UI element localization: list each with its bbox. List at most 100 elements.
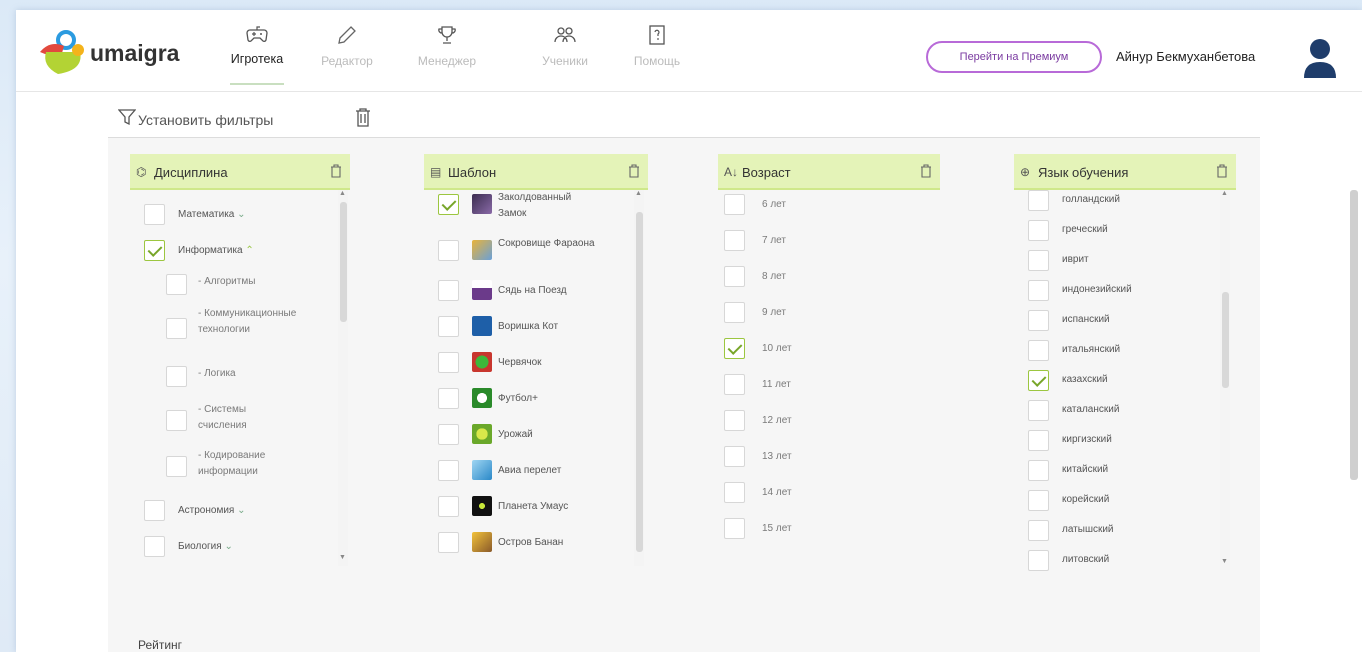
checkbox[interactable]: [438, 280, 459, 301]
checkbox[interactable]: [724, 482, 745, 503]
discipline-list: Математика ⌄ Информатика ⌃ - Алгоритмы -…: [130, 190, 350, 570]
chevron-down-icon[interactable]: ⌄: [224, 541, 232, 552]
template-filter: ▤ Шаблон Заколдованный Замок Сокровище Ф…: [424, 154, 648, 574]
checkbox[interactable]: [1028, 550, 1049, 571]
football-thumb-icon: [472, 388, 492, 408]
trash-icon[interactable]: [330, 164, 342, 178]
item-label: литовский: [1062, 554, 1110, 565]
set-filters-label[interactable]: Установить фильтры: [138, 112, 273, 128]
item-label: Математика: [178, 209, 235, 220]
chevron-up-icon[interactable]: ⌃: [245, 245, 253, 256]
age-header: A↓ Возраст: [718, 154, 940, 190]
template-list: Заколдованный Замок Сокровище Фараона Ся…: [424, 190, 648, 570]
checkbox[interactable]: [1028, 280, 1049, 301]
checkbox[interactable]: [1028, 400, 1049, 421]
discipline-title: Дисциплина: [154, 165, 228, 180]
page-scrollbar[interactable]: [1350, 190, 1358, 480]
checkbox[interactable]: [1028, 220, 1049, 241]
checkbox[interactable]: [724, 266, 745, 287]
funnel-icon[interactable]: [118, 108, 136, 126]
checkbox[interactable]: [438, 194, 459, 215]
item-label: - Логика: [198, 368, 236, 379]
checkbox[interactable]: [724, 338, 745, 359]
checkbox[interactable]: [144, 240, 165, 261]
language-filter: ⊕ Язык обучения голландский греческий ив…: [1014, 154, 1236, 574]
checkbox[interactable]: [724, 446, 745, 467]
scrollbar[interactable]: ▲ ▼: [338, 190, 348, 566]
checkbox[interactable]: [1028, 460, 1049, 481]
checkbox[interactable]: [438, 316, 459, 337]
globe-icon: ⊕: [1020, 165, 1031, 179]
checkbox[interactable]: [438, 424, 459, 445]
trash-icon[interactable]: [628, 164, 640, 178]
trash-icon[interactable]: [354, 106, 372, 128]
item-label: Сокровище Фараона: [498, 238, 595, 249]
item-label: Сядь на Поезд: [498, 285, 567, 296]
checkbox[interactable]: [1028, 310, 1049, 331]
checkbox[interactable]: [438, 352, 459, 373]
checkbox[interactable]: [144, 536, 165, 557]
nav-item-library[interactable]: Игротека: [212, 24, 302, 85]
nav-item-editor[interactable]: Редактор: [302, 24, 392, 84]
item-label: 13 лет: [762, 451, 792, 462]
scroll-thumb[interactable]: [636, 212, 643, 552]
item-label: 15 лет: [762, 523, 792, 534]
nav-item-students[interactable]: Ученики: [520, 24, 610, 84]
checkbox[interactable]: [724, 302, 745, 323]
checkbox[interactable]: [438, 388, 459, 409]
discipline-icon: ⌬: [136, 165, 147, 179]
user-name[interactable]: Айнур Бекмуханбетова: [1116, 49, 1255, 64]
checkbox[interactable]: [438, 532, 459, 553]
item-label: Остров Банан: [498, 537, 564, 548]
filter-panel: Установить фильтры ⌬ Дисциплина Математи…: [108, 92, 1260, 652]
checkbox[interactable]: [724, 410, 745, 431]
nav-item-manager[interactable]: Менеджер: [402, 24, 492, 84]
scroll-up-icon[interactable]: ▲: [1221, 190, 1228, 197]
checkbox[interactable]: [724, 230, 745, 251]
trash-icon[interactable]: [920, 164, 932, 178]
checkbox[interactable]: [144, 204, 165, 225]
checkbox[interactable]: [724, 518, 745, 539]
checkbox[interactable]: [724, 194, 745, 215]
scroll-up-icon[interactable]: ▲: [339, 190, 346, 197]
checkbox[interactable]: [1028, 370, 1049, 391]
checkbox[interactable]: [438, 240, 459, 261]
scroll-down-icon[interactable]: ▼: [1221, 558, 1228, 565]
checkbox[interactable]: [166, 410, 187, 431]
checkbox[interactable]: [438, 496, 459, 517]
item-label: иврит: [1062, 254, 1089, 265]
checkbox[interactable]: [166, 366, 187, 387]
scrollbar[interactable]: ▲ ▼: [1220, 190, 1230, 570]
checkbox[interactable]: [724, 374, 745, 395]
item-label: киргизский: [1062, 434, 1112, 445]
age-list: 6 лет 7 лет 8 лет 9 лет 10 лет 11 лет 12…: [718, 190, 940, 570]
trash-icon[interactable]: [1216, 164, 1228, 178]
checkbox[interactable]: [1028, 250, 1049, 271]
discipline-filter: ⌬ Дисциплина Математика ⌄ Информатика ⌃ …: [130, 154, 350, 574]
scroll-down-icon[interactable]: ▼: [339, 554, 346, 561]
checkbox[interactable]: [166, 318, 187, 339]
checkbox[interactable]: [166, 274, 187, 295]
avatar-icon[interactable]: [1302, 36, 1338, 78]
checkbox[interactable]: [144, 500, 165, 521]
checkbox[interactable]: [438, 460, 459, 481]
item-label: Червячок: [498, 357, 542, 368]
checkbox[interactable]: [166, 456, 187, 477]
discipline-header: ⌬ Дисциплина: [130, 154, 350, 190]
nav-item-help[interactable]: Помощь: [612, 24, 702, 84]
scroll-up-icon[interactable]: ▲: [635, 190, 642, 197]
checkbox[interactable]: [1028, 190, 1049, 211]
checkbox[interactable]: [1028, 520, 1049, 541]
scrollbar[interactable]: ▲: [634, 190, 644, 566]
chevron-down-icon[interactable]: ⌄: [237, 209, 245, 220]
scroll-thumb[interactable]: [1222, 292, 1229, 388]
go-premium-button[interactable]: Перейти на Премиум: [926, 41, 1102, 73]
item-label: 7 лет: [762, 235, 786, 246]
checkbox[interactable]: [1028, 490, 1049, 511]
checkbox[interactable]: [1028, 340, 1049, 361]
checkbox[interactable]: [1028, 430, 1049, 451]
chevron-down-icon[interactable]: ⌄: [237, 505, 245, 516]
item-label: Авиа перелет: [498, 465, 562, 476]
scroll-thumb[interactable]: [340, 202, 347, 322]
pharaoh-thumb-icon: [472, 240, 492, 260]
